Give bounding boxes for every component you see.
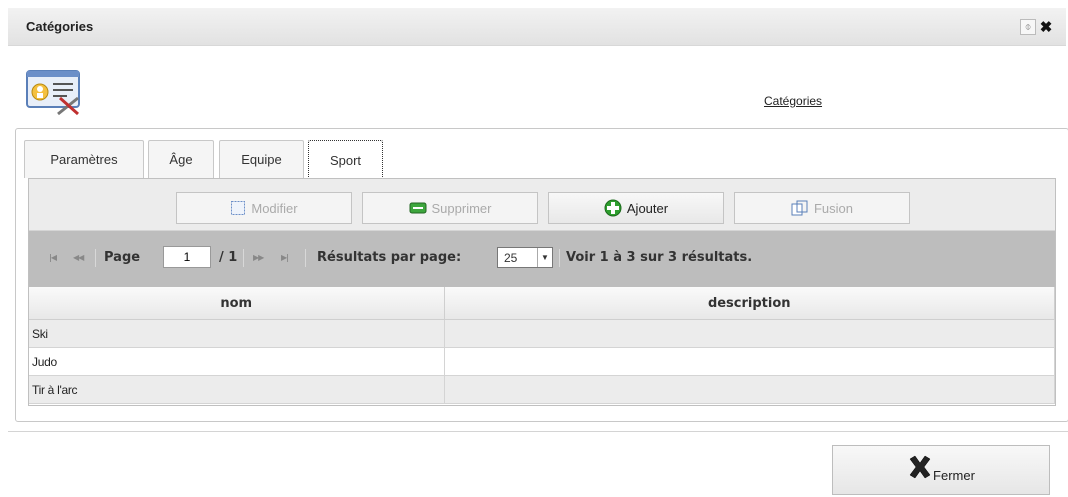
- fermer-label: Fermer: [933, 467, 975, 483]
- close-icon[interactable]: ✖: [1038, 19, 1054, 36]
- table-row[interactable]: Ski: [29, 319, 1055, 348]
- cell-nom: Judo: [29, 347, 445, 376]
- close-x-icon: [907, 455, 933, 479]
- column-header-description[interactable]: description: [444, 287, 1055, 320]
- per-page-value: 25: [504, 250, 518, 265]
- column-header-nom[interactable]: nom: [29, 287, 445, 320]
- ajouter-label: Ajouter: [626, 200, 669, 216]
- cell-description: [444, 375, 1055, 404]
- cell-description: [444, 319, 1055, 348]
- page-number-input[interactable]: [163, 246, 211, 268]
- page-label: Page: [104, 250, 141, 265]
- footer-divider: [8, 431, 1068, 432]
- supprimer-label: Supprimer: [431, 200, 492, 216]
- edit-icon: [230, 200, 246, 216]
- pin-icon[interactable]: ⌽: [1020, 19, 1036, 35]
- tab-equipe[interactable]: Equipe: [219, 140, 304, 178]
- cell-description: [444, 347, 1055, 376]
- tab-age[interactable]: Âge: [148, 140, 214, 178]
- page-total: / 1: [219, 250, 238, 265]
- supprimer-button[interactable]: Supprimer: [362, 192, 538, 224]
- grid-container: Modifier Supprimer Ajouter Fusion |◀ ◀◀ …: [28, 178, 1056, 406]
- prev-page-icon[interactable]: ◀◀: [73, 253, 84, 262]
- chevron-down-icon: ▼: [537, 248, 552, 267]
- modifier-button[interactable]: Modifier: [176, 192, 352, 224]
- window-titlebar: Catégories ⌽ ✖: [8, 8, 1066, 46]
- categories-link[interactable]: Catégories: [764, 94, 822, 108]
- fermer-button[interactable]: Fermer: [832, 445, 1050, 495]
- merge-icon: [791, 200, 809, 216]
- per-page-label: Résultats par page:: [317, 250, 462, 265]
- fusion-label: Fusion: [813, 200, 854, 216]
- action-toolbar: Modifier Supprimer Ajouter Fusion: [29, 179, 1055, 231]
- tab-sport[interactable]: Sport: [308, 140, 383, 180]
- categories-logo-icon: [26, 70, 84, 116]
- per-page-select[interactable]: 25 ▼: [497, 247, 553, 268]
- cell-nom: Ski: [29, 319, 445, 348]
- remove-icon: [409, 202, 427, 214]
- sports-table: nom description Ski Judo Tir à l'arc: [29, 287, 1055, 404]
- modifier-label: Modifier: [251, 200, 298, 216]
- results-summary: Voir 1 à 3 sur 3 résultats.: [566, 250, 753, 265]
- add-icon: [604, 199, 622, 217]
- pagination-bar: |◀ ◀◀ Page / 1 ▶▶ ▶| Résultats par page:…: [29, 231, 1055, 287]
- last-page-icon[interactable]: ▶|: [281, 253, 289, 262]
- next-page-icon[interactable]: ▶▶: [253, 253, 264, 262]
- first-page-icon[interactable]: |◀: [49, 253, 57, 262]
- table-row[interactable]: Tir à l'arc: [29, 375, 1055, 404]
- table-row[interactable]: Judo: [29, 347, 1055, 376]
- main-panel: Paramètres Âge Equipe Sport Modifier Sup…: [15, 128, 1068, 422]
- ajouter-button[interactable]: Ajouter: [548, 192, 724, 224]
- tab-parametres[interactable]: Paramètres: [24, 140, 144, 178]
- window-title: Catégories: [26, 19, 94, 34]
- cell-nom: Tir à l'arc: [29, 375, 445, 404]
- fusion-button[interactable]: Fusion: [734, 192, 910, 224]
